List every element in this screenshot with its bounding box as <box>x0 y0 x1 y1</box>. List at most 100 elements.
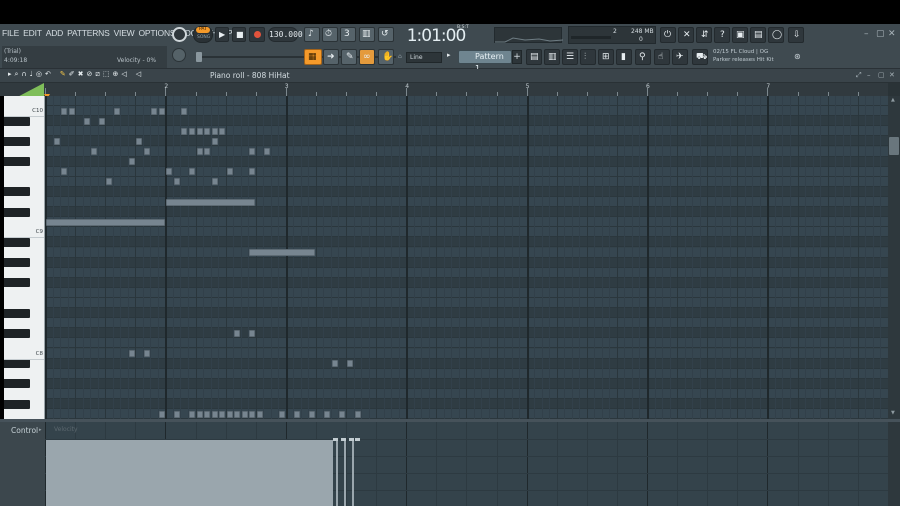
note[interactable] <box>61 107 68 115</box>
note[interactable] <box>339 410 346 418</box>
note[interactable] <box>234 329 241 337</box>
note[interactable] <box>173 410 180 418</box>
piano-black-key[interactable] <box>4 308 30 318</box>
note[interactable] <box>249 148 256 155</box>
piano-black-key[interactable] <box>4 157 30 167</box>
mixer-button[interactable]: ⫶ <box>580 49 596 65</box>
piano-keyboard[interactable]: C10 C9 C8 <box>4 96 45 419</box>
control-label[interactable]: Control <box>11 426 38 435</box>
undo-icon[interactable]: ↶ <box>45 71 51 78</box>
pr-maximize-icon[interactable]: ▢ <box>878 72 885 79</box>
note[interactable] <box>196 410 203 418</box>
piano-black-key[interactable] <box>4 187 30 197</box>
scroll-up-icon[interactable]: ▲ <box>891 98 895 103</box>
note-icon[interactable]: ♩ <box>30 71 33 78</box>
piano-black-key[interactable] <box>4 328 30 338</box>
velocity-bar[interactable] <box>336 440 338 506</box>
note[interactable] <box>158 107 165 115</box>
note[interactable] <box>188 168 195 176</box>
pattern-selector[interactable]: Pattern 1 <box>458 50 512 73</box>
note[interactable] <box>91 148 98 155</box>
channel-settings-button[interactable]: ⊞ <box>598 49 614 65</box>
note[interactable] <box>294 410 301 418</box>
record-automation-button[interactable]: ✈ <box>672 49 688 65</box>
note[interactable] <box>83 117 90 125</box>
draw-pencil-icon[interactable]: ✎ <box>60 71 66 78</box>
note[interactable] <box>219 410 226 418</box>
piano-black-key[interactable] <box>4 359 30 369</box>
snap-hand-button[interactable]: ✋ <box>378 49 394 65</box>
note[interactable] <box>188 127 195 135</box>
note[interactable] <box>211 178 218 186</box>
playlist-button[interactable]: ▤ <box>526 49 542 65</box>
note[interactable] <box>249 329 256 337</box>
snap-magnet-button[interactable]: ∞ <box>359 49 375 65</box>
note[interactable] <box>211 127 218 135</box>
note[interactable] <box>211 137 218 145</box>
maximize-icon[interactable]: ▢ <box>876 30 885 39</box>
note[interactable] <box>309 410 316 418</box>
control-dropdown-icon[interactable]: ▸ <box>39 428 42 433</box>
render-button[interactable]: ▤ <box>750 27 766 43</box>
tempo-display[interactable]: 130.000 <box>268 27 303 42</box>
note[interactable] <box>226 410 233 418</box>
loop-record-button[interactable]: ↺ <box>378 27 394 42</box>
typing-keyboard-button[interactable]: ▦ <box>304 49 322 65</box>
menu-options[interactable]: OPTIONS <box>139 28 176 42</box>
note[interactable] <box>166 198 256 206</box>
note[interactable] <box>234 410 241 418</box>
note[interactable] <box>196 127 203 135</box>
stop-button[interactable]: ■ <box>232 27 246 42</box>
note[interactable] <box>181 127 188 135</box>
note[interactable] <box>106 178 113 186</box>
menu-edit[interactable]: EDIT <box>23 28 42 42</box>
zoom-tool-icon[interactable]: ⊕ <box>112 71 118 78</box>
menu-file[interactable]: FILE <box>2 28 19 42</box>
velocity-bars-block[interactable] <box>46 440 333 506</box>
master-pitch-slider-handle[interactable] <box>196 52 202 62</box>
step-edit-button[interactable]: ▥ <box>359 27 375 42</box>
options-arrow-icon[interactable]: ▸ <box>8 71 12 78</box>
news-panel[interactable]: 02/15 FL Cloud | OG Parker releases Hit … <box>713 48 803 66</box>
playback-tool-icon[interactable]: ◁ <box>121 71 126 78</box>
note[interactable] <box>158 410 165 418</box>
save-button[interactable]: ▣ <box>732 27 748 43</box>
note[interactable] <box>188 410 195 418</box>
piano-black-key[interactable] <box>4 237 30 247</box>
select-tool-icon[interactable]: ⬚ <box>103 71 110 78</box>
note[interactable] <box>196 148 203 155</box>
play-button[interactable]: ▶ <box>215 27 229 42</box>
note[interactable] <box>354 410 361 418</box>
menu-view[interactable]: VIEW <box>114 28 135 42</box>
note[interactable] <box>211 410 218 418</box>
note[interactable] <box>264 148 271 155</box>
piano-black-key[interactable] <box>4 399 30 409</box>
note[interactable] <box>61 168 68 176</box>
download-button[interactable]: ⇩ <box>788 27 804 43</box>
note[interactable] <box>166 168 173 176</box>
snap-select[interactable]: Line <box>406 52 442 63</box>
countdown-button[interactable]: 3 <box>340 27 356 42</box>
note[interactable] <box>331 360 338 368</box>
menu-add[interactable]: ADD <box>46 28 64 42</box>
add-pattern-button[interactable]: + <box>512 50 522 64</box>
note[interactable] <box>219 127 226 135</box>
menu-patterns[interactable]: PATTERNS <box>67 28 110 42</box>
piano-black-key[interactable] <box>4 278 30 288</box>
velocity-bar[interactable] <box>352 440 354 506</box>
help-button[interactable]: ? <box>714 27 730 43</box>
vertical-scrollbar-thumb[interactable] <box>889 137 899 155</box>
note-grid[interactable] <box>45 96 888 419</box>
note[interactable] <box>143 148 150 155</box>
piano-roll-button[interactable]: ▥ <box>544 49 560 65</box>
note[interactable] <box>173 178 180 186</box>
note[interactable] <box>128 158 135 166</box>
step-forward-button[interactable]: ➜ <box>323 49 339 65</box>
note[interactable] <box>249 410 256 418</box>
midi-button[interactable]: ⇵ <box>696 27 712 43</box>
pr-minimize-icon[interactable]: – <box>867 72 871 79</box>
piano-black-key[interactable] <box>4 379 30 389</box>
multilink-button[interactable]: ✕ <box>678 27 694 43</box>
magnet-icon[interactable]: ∩ <box>21 71 26 78</box>
wait-input-button[interactable]: ⏱ <box>322 27 338 42</box>
